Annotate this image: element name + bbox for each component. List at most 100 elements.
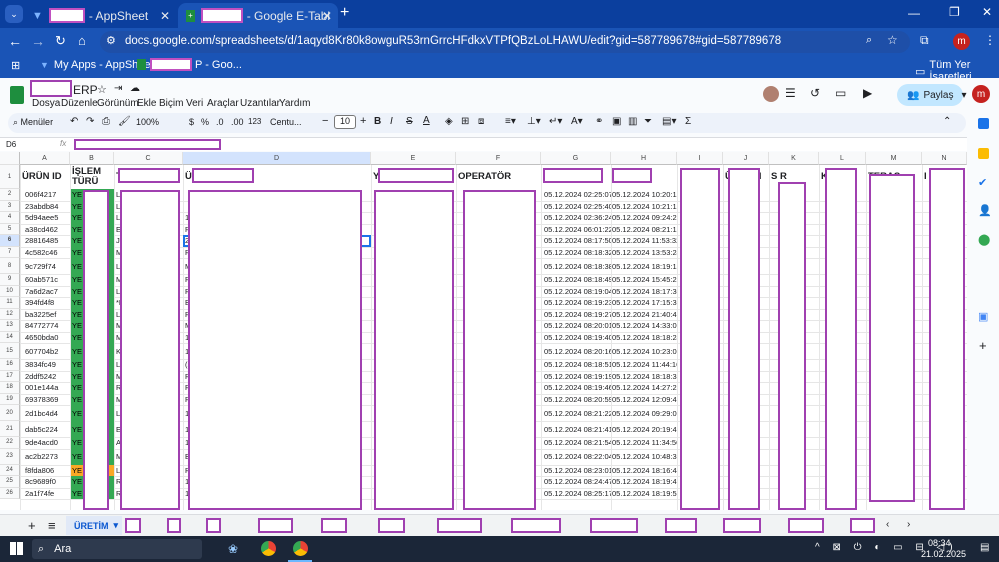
star-icon[interactable]: ☆ (97, 83, 107, 96)
cell-start-time[interactable]: 05.12.2024 08:21:54 (544, 437, 612, 449)
menu-format[interactable]: Biçim (159, 98, 183, 109)
cell-product-id[interactable]: 69378369 (25, 394, 69, 406)
row-header[interactable]: 2 (0, 189, 20, 201)
cell-end-time[interactable]: 05.12.2024 21:40:42 (612, 309, 678, 321)
row-header[interactable]: 10 (0, 285, 20, 297)
cell-start-time[interactable]: 05.12.2024 02:36:24 (544, 212, 612, 224)
row-header[interactable]: 8 (0, 258, 20, 274)
fill-color-icon[interactable]: ◈ (445, 116, 453, 127)
notification-icon[interactable]: ▤ (980, 542, 989, 553)
tab-google-sheets[interactable]: + - Google E-Tablol ✕ (178, 3, 338, 28)
back-icon[interactable]: ← (8, 33, 22, 49)
cell-start-time[interactable]: 05.12.2024 06:01:22 (544, 224, 612, 236)
cell-end-time[interactable]: 05.12.2024 10:23:03 (612, 343, 678, 359)
print-icon[interactable]: ⎙ (102, 116, 110, 127)
share-button[interactable]: 👥 Paylaş ▾ (897, 84, 967, 106)
row-header[interactable]: 21 (0, 421, 20, 437)
cell-product-id[interactable]: 3834fc49 (25, 359, 69, 371)
column-header[interactable]: L (819, 152, 866, 165)
restore-icon[interactable]: ❐ (949, 5, 960, 19)
cell-product-id[interactable]: 2ddf5242 (25, 371, 69, 383)
cell-product-id[interactable]: 2a1f74fe (25, 488, 69, 500)
new-tab-button[interactable]: + (340, 4, 349, 22)
cell-start-time[interactable]: 05.12.2024 08:22:04 (544, 449, 612, 465)
row-header[interactable]: 26 (0, 487, 20, 499)
apps-grid-icon[interactable]: ⊞ (11, 59, 20, 72)
font-size-input[interactable]: 10 (334, 115, 356, 129)
chevron-down-icon[interactable]: ▾ (114, 520, 119, 531)
scroll-right-icon[interactable]: › (907, 519, 910, 530)
cell-product-id[interactable]: 2d1bc4d4 (25, 405, 69, 421)
clock-date[interactable]: 21.02.2025 (921, 549, 966, 559)
close-icon[interactable]: ✕ (160, 9, 170, 23)
row-header[interactable]: 17 (0, 370, 20, 382)
column-header[interactable]: J (723, 152, 769, 165)
cell-end-time[interactable]: 05.12.2024 18:19:53 (612, 488, 678, 500)
forward-icon[interactable]: → (31, 33, 45, 49)
menu-file[interactable]: Dosya (32, 98, 60, 109)
bookmark-sheets[interactable]: P - Goo... (137, 58, 242, 71)
tab-appsheet[interactable]: ▼ - AppSheet ✕ (24, 3, 176, 28)
chevron-down-icon[interactable]: ▾ (961, 90, 966, 101)
reload-icon[interactable]: ↻ (55, 33, 66, 49)
collapse-toolbar-icon[interactable]: ⌃ (943, 116, 951, 127)
cell-product-id[interactable]: 394fd4f8 (25, 297, 69, 309)
cell-product-id[interactable]: 7a6d2ac7 (25, 286, 69, 298)
menu-extensions[interactable]: Uzantılar (240, 98, 280, 109)
chrome-active-icon[interactable] (293, 541, 308, 556)
cell-end-time[interactable]: 05.12.2024 15:45:21 (612, 274, 678, 286)
cell-start-time[interactable]: 05.12.2024 08:17:50 (544, 235, 612, 247)
cell-end-time[interactable]: 05.12.2024 14:33:08 (612, 320, 678, 332)
bookmark-star-icon[interactable]: ☆ (887, 33, 898, 47)
comments-history-icon[interactable]: ☰ (785, 86, 796, 100)
contacts-icon[interactable]: 👤 (978, 204, 992, 217)
cell-end-time[interactable]: 05.12.2024 18:18:38 (612, 371, 678, 383)
windows-start-icon[interactable] (10, 542, 23, 555)
header-cell[interactable]: İŞLEM TÜRÜ (72, 165, 113, 189)
name-box[interactable]: D6 (6, 140, 16, 149)
column-header[interactable]: H (611, 152, 677, 165)
tasks-icon[interactable]: ✔ (978, 176, 987, 189)
cell-end-time[interactable]: 05.12.2024 18:16:44 (612, 465, 678, 477)
select-all-corner[interactable] (0, 152, 20, 165)
row-header[interactable]: 14 (0, 331, 20, 343)
row-header[interactable]: 22 (0, 437, 20, 449)
cell-end-time[interactable]: 05.12.2024 10:48:31 (612, 449, 678, 465)
cell-end-time[interactable]: 05.12.2024 11:44:16 (612, 359, 678, 371)
cell-product-id[interactable]: 607704b2 (25, 343, 69, 359)
cell-start-time[interactable]: 05.12.2024 08:24:47 (544, 476, 612, 488)
header-cell[interactable]: OPERATÖR (458, 165, 540, 189)
account-avatar[interactable]: m (972, 85, 990, 103)
chrome-icon[interactable] (261, 541, 276, 556)
add-sheet-button[interactable]: + (28, 518, 36, 533)
addon-icon[interactable]: ▣ (978, 310, 988, 323)
menu-tools[interactable]: Araçlar (207, 98, 239, 109)
cell-start-time[interactable]: 05.12.2024 02:25:07 (544, 189, 612, 201)
row-header[interactable]: 4 (0, 212, 20, 224)
link-icon[interactable]: ⚭ (595, 116, 603, 127)
bold-icon[interactable]: B (374, 116, 381, 127)
cell-start-time[interactable]: 05.12.2024 08:18:32 (544, 247, 612, 259)
merge-icon[interactable]: ⧈ (478, 116, 484, 127)
undo-icon[interactable]: ↶ (70, 116, 78, 127)
cell-end-time[interactable]: 05.12.2024 10:20:19 (612, 189, 678, 201)
cell-end-time[interactable]: 05.12.2024 18:18:24 (612, 332, 678, 344)
zoom-select[interactable]: 100% (136, 117, 159, 127)
app-icon[interactable]: ❀ (228, 542, 238, 556)
column-header[interactable]: G (541, 152, 611, 165)
cell-product-id[interactable]: a38cd462 (25, 224, 69, 236)
clock-time[interactable]: 08:34 (928, 538, 951, 548)
cell-product-id[interactable]: 8c9689f0 (25, 476, 69, 488)
cell-end-time[interactable]: 05.12.2024 10:21:12 (612, 201, 678, 213)
menu-edit[interactable]: Düzenle (61, 98, 98, 109)
collaborator-avatar[interactable] (763, 86, 779, 102)
menu-help[interactable]: Yardım (279, 98, 311, 109)
site-info-icon[interactable]: ⚙ (106, 34, 116, 47)
column-header[interactable]: B (70, 152, 114, 165)
cell-end-time[interactable]: 05.12.2024 09:29:05 (612, 405, 678, 421)
cell-product-id[interactable]: 60ab571c (25, 274, 69, 286)
cell-product-id[interactable]: f8fda806 (25, 465, 69, 477)
window-close-icon[interactable]: ✕ (982, 5, 992, 19)
cell-end-time[interactable]: 05.12.2024 08:21:12 (612, 224, 678, 236)
sheets-logo-icon[interactable] (10, 86, 24, 104)
